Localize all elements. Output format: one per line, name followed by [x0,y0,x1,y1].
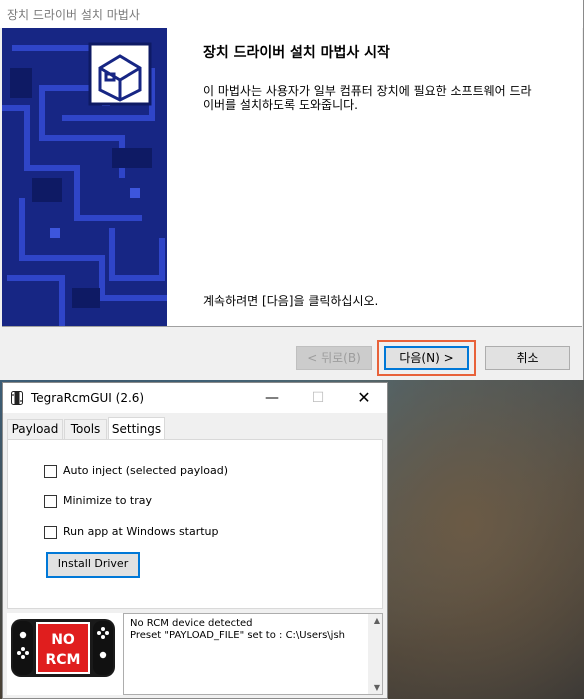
status-line-rcm: RCM [46,652,81,668]
log-console[interactable]: No RCM device detected Preset "PAYLOAD_F… [123,613,383,695]
tab-settings[interactable]: Settings [108,417,165,440]
log-line: No RCM device detected [130,618,253,629]
install-driver-button[interactable]: Install Driver [46,552,140,578]
tegra-title: TegraRcmGUI (2.6) [31,391,145,405]
next-button[interactable]: 다음(N) > [384,346,469,370]
wizard-title: 장치 드라이버 설치 마법사 [7,8,140,22]
back-button[interactable]: < 뒤로(B) [296,346,372,370]
run-at-startup-checkbox[interactable] [44,526,57,539]
status-line-no: NO [51,632,75,648]
cancel-button[interactable]: 취소 [485,346,570,370]
close-icon: ✕ [357,388,371,407]
rcm-status-area: NO RCM [7,613,123,695]
tab-tools[interactable]: Tools [64,419,107,439]
minimize-icon: — [265,390,279,406]
wizard-banner [2,28,167,326]
maximize-icon: ☐ [311,390,325,406]
wizard-banner-graphic [2,28,167,326]
wizard-continue-instruction: 계속하려면 [다음]을 클릭하십시오. [203,294,379,308]
log-line: Preset "PAYLOAD_FILE" set to : C:\Users\… [130,630,345,641]
wizard-title-bar[interactable]: 장치 드라이버 설치 마법사 [0,0,583,28]
auto-inject-label: Auto inject (selected payload) [63,464,228,477]
tegra-title-bar[interactable]: TegraRcmGUI (2.6) — ☐ ✕ [3,383,387,413]
scroll-up-icon[interactable]: ▲ [374,616,380,625]
minimize-to-tray-checkbox[interactable] [44,495,57,508]
maximize-button[interactable]: ☐ [295,383,341,413]
scroll-down-icon[interactable]: ▼ [374,683,380,692]
no-rcm-status-icon: NO RCM [11,619,115,677]
minimize-button[interactable]: — [249,383,295,413]
settings-panel: Auto inject (selected payload) Minimize … [7,439,383,609]
switch-app-icon [11,391,23,405]
driver-install-wizard-window: 장치 드라이버 설치 마법사 장치 드라이버 설치 마법사 시작 이 마법사는 … [0,0,584,380]
run-at-startup-label: Run app at Windows startup [63,525,219,538]
wizard-separator [2,326,582,327]
console-scrollbar[interactable]: ▲ ▼ [368,614,382,694]
minimize-to-tray-label: Minimize to tray [63,494,153,507]
tab-payload[interactable]: Payload [7,419,63,439]
wizard-description: 이 마법사는 사용자가 일부 컴퓨터 장치에 필요한 소프트웨어 드라이버를 설… [203,84,532,112]
tegrarcmgui-window: TegraRcmGUI (2.6) — ☐ ✕ Payload Tools Se… [2,382,388,699]
close-button[interactable]: ✕ [341,383,387,413]
wizard-heading: 장치 드라이버 설치 마법사 시작 [203,45,390,61]
auto-inject-checkbox[interactable] [44,465,57,478]
